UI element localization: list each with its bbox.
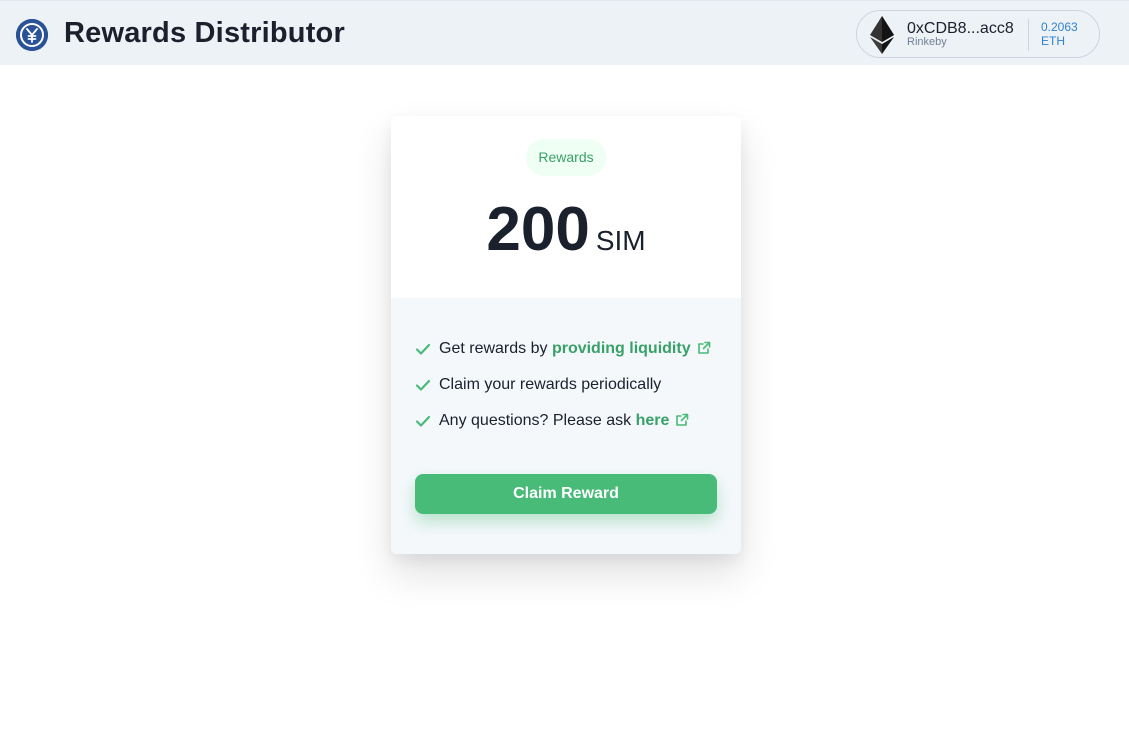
app-title: Rewards Distributor: [64, 17, 345, 49]
reward-amount-row: 200 SIM: [391, 194, 741, 265]
rewards-badge: Rewards: [526, 139, 606, 176]
reward-unit: SIM: [595, 225, 646, 256]
rewards-card: Rewards 200 SIM Get rewards by providing…: [391, 116, 741, 554]
wallet-account-button[interactable]: 0xCDB8...acc8 Rinkeby 0.2063 ETH: [856, 10, 1100, 58]
check-icon: [415, 377, 431, 398]
external-link-icon: [697, 341, 711, 360]
feature-text: Get rewards by: [439, 340, 552, 357]
app-header: Rewards Distributor 0xCDB8...acc8 Rinkeb…: [0, 0, 1129, 65]
balance-amount: 0.2063: [1041, 20, 1078, 34]
wallet-balance: 0.2063 ETH: [1041, 20, 1078, 48]
rewards-summary: Rewards 200 SIM: [391, 116, 741, 298]
ethereum-icon: [870, 16, 894, 59]
check-icon: [415, 341, 431, 362]
yen-coin-icon: [16, 19, 48, 51]
reward-amount: 200: [486, 195, 590, 264]
wallet-divider: [1028, 19, 1029, 51]
external-link-icon: [675, 413, 689, 432]
claim-reward-button[interactable]: Claim Reward: [415, 474, 717, 514]
balance-currency: ETH: [1041, 34, 1065, 48]
providing-liquidity-link[interactable]: providing liquidity: [552, 340, 711, 357]
check-icon: [415, 413, 431, 434]
network-name: Rinkeby: [907, 36, 947, 48]
feature-text: Any questions? Please ask: [439, 412, 636, 429]
rewards-details: Get rewards by providing liquidity Claim…: [391, 298, 741, 554]
feature-text: Claim your rewards periodically: [439, 376, 662, 393]
ask-here-link[interactable]: here: [636, 412, 690, 429]
link-label: here: [635, 412, 670, 429]
link-label: providing liquidity: [551, 340, 691, 357]
